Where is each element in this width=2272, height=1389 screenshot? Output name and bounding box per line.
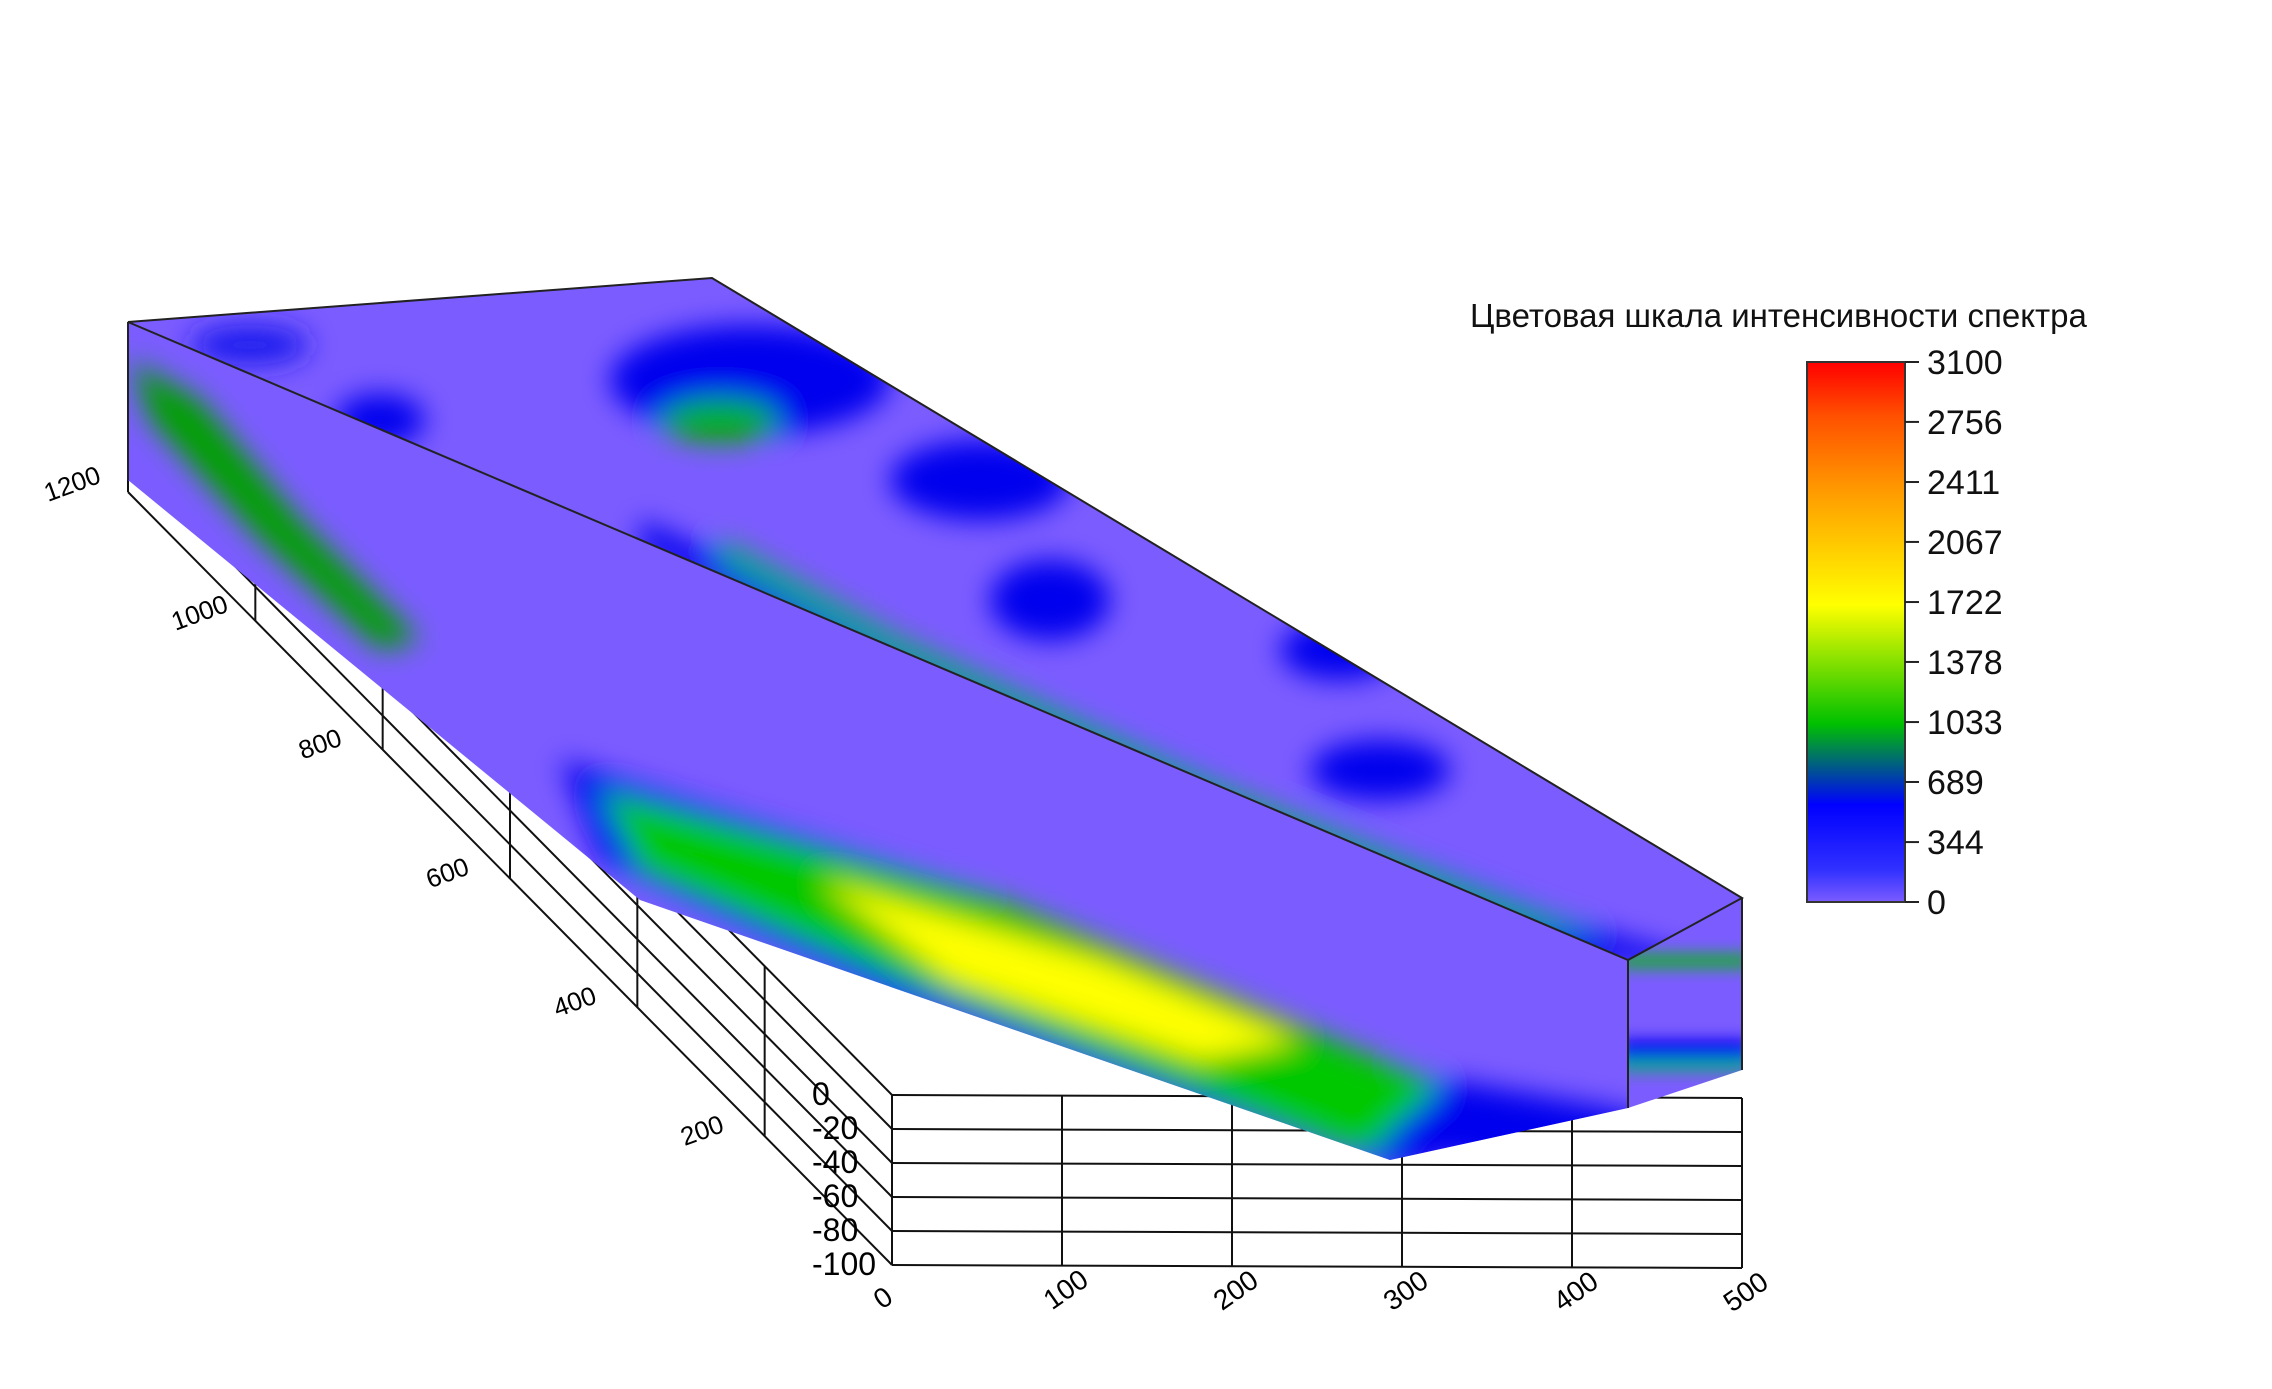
grid-line-z bbox=[891, 1196, 1743, 1201]
legend-tick-label: 0 bbox=[1927, 884, 1946, 922]
y-tick-label: 200 bbox=[676, 1109, 727, 1152]
x-tick-label: 0 bbox=[868, 1281, 899, 1315]
z-tick-label: 0 bbox=[812, 1076, 830, 1112]
legend-tick-label: 1033 bbox=[1927, 704, 2003, 742]
grid-line-z bbox=[891, 1230, 1743, 1235]
x-tick-label: 300 bbox=[1378, 1265, 1434, 1317]
legend-tick-label: 2411 bbox=[1927, 464, 2000, 502]
z-tick-label: -40 bbox=[812, 1144, 858, 1180]
x-tick-label: 200 bbox=[1208, 1264, 1264, 1316]
legend-tick-label: 1722 bbox=[1927, 584, 2003, 622]
y-tick-label: 800 bbox=[294, 722, 345, 765]
z-tick-label: -100 bbox=[812, 1246, 876, 1282]
legend-tick-label: 2067 bbox=[1927, 524, 2003, 562]
y-tick-label: 1000 bbox=[167, 588, 232, 636]
legend-tick-label: 2756 bbox=[1927, 404, 2003, 442]
chart-canvas: 0 100 200 300 400 500200400600800100012000-20… bbox=[40, 276, 2087, 1318]
legend-tick-label: 1378 bbox=[1927, 644, 2003, 682]
legend-colorbar bbox=[1806, 361, 1906, 903]
x-tick-label: 400 bbox=[1548, 1265, 1604, 1317]
grid-line-z bbox=[891, 1162, 1743, 1167]
y-tick-label: 600 bbox=[422, 851, 473, 894]
z-tick-label: -60 bbox=[812, 1178, 858, 1214]
legend-tick-label: 689 bbox=[1927, 764, 1984, 802]
z-tick-label: -80 bbox=[812, 1212, 858, 1248]
x-tick-label: 500 bbox=[1718, 1266, 1774, 1318]
legend-title: Цветовая шкала интенсивности спектра bbox=[1470, 297, 2087, 334]
grid-line-z bbox=[891, 1264, 1743, 1269]
y-tick-label: 400 bbox=[549, 980, 600, 1023]
y-tick-label: 1200 bbox=[40, 460, 105, 508]
legend-tick-label: 344 bbox=[1927, 824, 1984, 862]
z-tick-label: -20 bbox=[812, 1110, 858, 1146]
legend-tick-label: 3100 bbox=[1927, 344, 2003, 382]
legend-tick-group: 3100 2756 2411 2067 1722 1378 1033 689 344 0 bbox=[1905, 344, 2003, 922]
x-tick-label: 100 bbox=[1038, 1263, 1094, 1315]
